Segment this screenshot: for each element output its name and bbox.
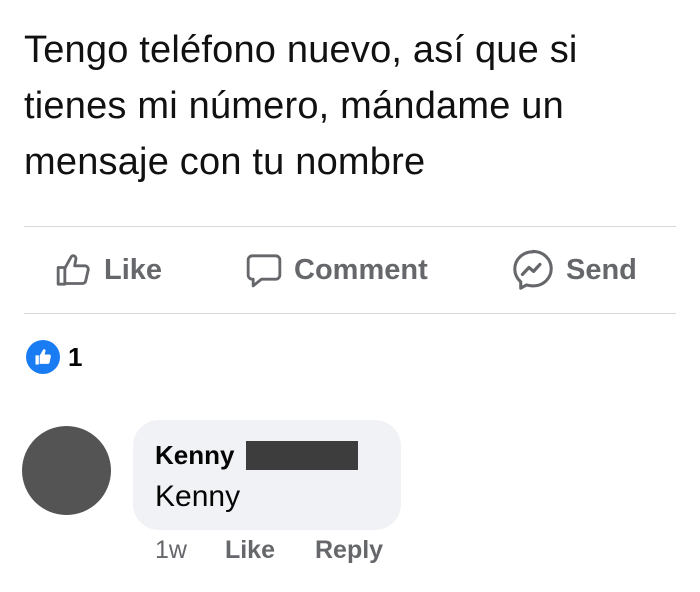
comment-reply-button[interactable]: Reply — [315, 536, 383, 565]
comment-author[interactable]: Kenny — [155, 440, 234, 471]
send-button[interactable]: Send — [510, 227, 637, 313]
like-button[interactable]: Like — [54, 227, 162, 313]
reaction-count: 1 — [68, 341, 83, 372]
speech-bubble-icon — [244, 250, 284, 290]
post-actions-bar: Like Comment Send — [24, 227, 676, 313]
divider-bottom — [24, 313, 676, 314]
messenger-icon — [510, 247, 556, 293]
like-label: Like — [104, 253, 163, 286]
comment-button[interactable]: Comment — [244, 227, 428, 313]
comment-time[interactable]: 1w — [155, 536, 187, 565]
comment-meta: 1w Like Reply — [155, 536, 383, 565]
comment-text: Kenny — [155, 480, 241, 513]
like-reaction-icon — [26, 340, 60, 374]
post-text: Tengo teléfono nuevo, así que si tienes … — [24, 29, 578, 183]
reactions-summary[interactable]: 1 — [26, 340, 82, 374]
redaction-bar — [246, 441, 359, 470]
comment-label: Comment — [294, 253, 428, 286]
comment-bubble: Kenny Kenny — [133, 420, 401, 530]
avatar[interactable] — [22, 426, 111, 515]
comment-like-button[interactable]: Like — [225, 536, 275, 565]
comment-author-row: Kenny — [155, 440, 359, 471]
send-label: Send — [566, 253, 637, 286]
thumbs-up-icon — [54, 250, 94, 290]
